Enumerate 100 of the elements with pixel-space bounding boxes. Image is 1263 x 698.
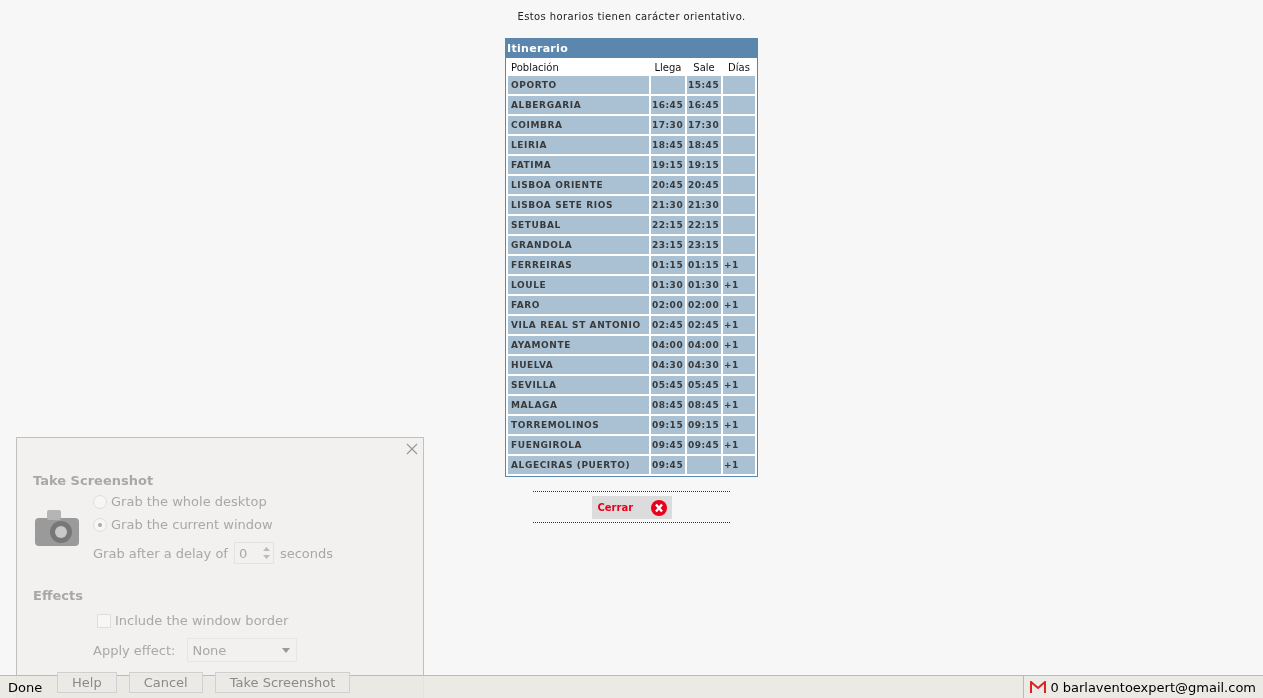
table-cell: 01:30: [651, 276, 685, 294]
mail-count: 0: [1050, 679, 1059, 695]
table-cell: 04:30: [687, 356, 721, 374]
table-cell: 16:45: [651, 96, 685, 114]
table-cell: HUELVA: [508, 356, 649, 374]
table-cell: VILA REAL ST ANTONIO: [508, 316, 649, 334]
table-cell: +1: [723, 456, 755, 474]
table-cell: 02:45: [687, 316, 721, 334]
column-header: Sale: [692, 61, 716, 74]
table-cell: LISBOA SETE RIOS: [508, 196, 649, 214]
table-cell: OPORTO: [508, 76, 649, 94]
table-cell: 08:45: [651, 396, 685, 414]
table-cell: 04:00: [687, 336, 721, 354]
column-header: Población: [510, 61, 560, 74]
radio-option[interactable]: Grab the whole desktop: [93, 494, 334, 509]
table-cell: FARO: [508, 296, 649, 314]
table-cell: [723, 116, 755, 134]
table-title: Itinerario: [506, 39, 757, 58]
radio-option[interactable]: Grab the current window: [93, 517, 334, 532]
table-cell: +1: [723, 336, 755, 354]
table-cell: [723, 236, 755, 254]
close-icon[interactable]: [405, 442, 419, 456]
table-cell: 19:15: [651, 156, 685, 174]
table-cell: AYAMONTE: [508, 336, 649, 354]
dialog-heading: Take Screenshot: [33, 473, 155, 488]
caret-icon: [282, 647, 291, 653]
table-cell: 18:45: [687, 136, 721, 154]
section-heading: Effects: [33, 588, 84, 603]
table-cell: 02:00: [687, 296, 721, 314]
table-cell: 04:00: [651, 336, 685, 354]
table-cell: [687, 456, 721, 474]
table-cell: +1: [723, 376, 755, 394]
table-cell: [723, 96, 755, 114]
table-cell: 20:45: [651, 176, 685, 194]
table-cell: 01:15: [651, 256, 685, 274]
table-cell: 02:45: [651, 316, 685, 334]
table-cell: 16:45: [687, 96, 721, 114]
table-cell: +1: [723, 296, 755, 314]
table-cell: +1: [723, 276, 755, 294]
table-cell: ALGECIRAS (PUERTO): [508, 456, 649, 474]
table-cell: 22:15: [687, 216, 721, 234]
table-cell: 09:15: [651, 416, 685, 434]
table-cell: [651, 76, 685, 94]
table-cell: 17:30: [651, 116, 685, 134]
table-cell: 21:30: [687, 196, 721, 214]
table-cell: FATIMA: [508, 156, 649, 174]
table-cell: +1: [723, 396, 755, 414]
table-cell: +1: [723, 436, 755, 454]
table-cell: LEIRIA: [508, 136, 649, 154]
table-cell: 18:45: [651, 136, 685, 154]
column-header: Llega: [653, 61, 683, 74]
table-cell: +1: [723, 416, 755, 434]
table-cell: 09:15: [687, 416, 721, 434]
mail-icon: [1030, 681, 1047, 693]
close-icon: [650, 499, 667, 516]
spin-arrows-icon[interactable]: [262, 546, 270, 560]
table-cell: 01:30: [687, 276, 721, 294]
dialog-button[interactable]: Take Screenshot: [214, 672, 351, 693]
delay-spin-field[interactable]: 0: [233, 542, 274, 564]
column-header: Días: [727, 61, 751, 74]
close-button[interactable]: Cerrar: [591, 496, 672, 519]
table-cell: 15:45: [687, 76, 721, 94]
table-cell: 05:45: [651, 376, 685, 394]
table-cell: [723, 136, 755, 154]
table-cell: +1: [723, 316, 755, 334]
table-cell: 23:15: [687, 236, 721, 254]
table-cell: 23:15: [651, 236, 685, 254]
delay-label: Grab after a delay of: [93, 545, 228, 561]
table-cell: FUENGIROLA: [508, 436, 649, 454]
table-cell: +1: [723, 256, 755, 274]
table-cell: 02:00: [651, 296, 685, 314]
table-cell: [723, 216, 755, 234]
checkbox-option[interactable]: Include the window border: [97, 613, 423, 628]
table-cell: LOULE: [508, 276, 649, 294]
table-cell: 19:15: [687, 156, 721, 174]
table-cell: MALAGA: [508, 396, 649, 414]
effect-label: Apply effect:: [93, 642, 176, 658]
notice-text: Estos horarios tienen carácter orientativo.: [517, 11, 746, 22]
table-cell: GRANDOLA: [508, 236, 649, 254]
table-cell: 22:15: [651, 216, 685, 234]
table-cell: 09:45: [651, 436, 685, 454]
status-text: Done: [7, 679, 43, 695]
table-cell: 09:45: [651, 456, 685, 474]
table-cell: SEVILLA: [508, 376, 649, 394]
table-cell: [723, 156, 755, 174]
table-cell: 05:45: [687, 376, 721, 394]
table-cell: 01:15: [687, 256, 721, 274]
effect-dropdown[interactable]: None: [187, 638, 298, 662]
table-cell: SETUBAL: [508, 216, 649, 234]
table-cell: FERREIRAS: [508, 256, 649, 274]
table-cell: TORREMOLINOS: [508, 416, 649, 434]
table-cell: [723, 76, 755, 94]
table-cell: +1: [723, 356, 755, 374]
mail-account[interactable]: barlaventoexpert@gmail.com: [1062, 679, 1256, 695]
table-cell: 09:45: [687, 436, 721, 454]
dialog-button[interactable]: Cancel: [128, 672, 203, 693]
table-cell: LISBOA ORIENTE: [508, 176, 649, 194]
table-cell: 20:45: [687, 176, 721, 194]
table-cell: 08:45: [687, 396, 721, 414]
dialog-button[interactable]: Help: [57, 672, 117, 693]
